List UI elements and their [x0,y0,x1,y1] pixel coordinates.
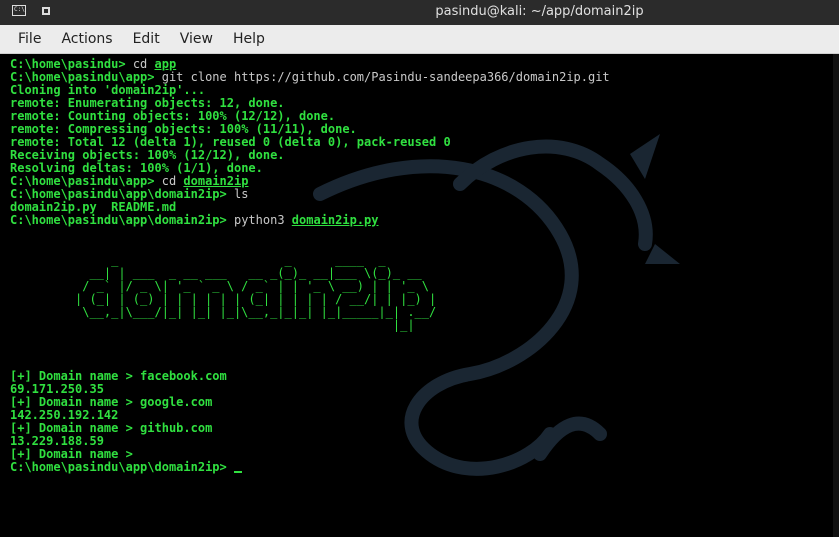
argument: app [154,57,177,71]
banner-line: |_| [75,318,415,332]
command: python3 [233,213,285,227]
prompt: C:\home\pasindu\app\domain2ip> [10,460,227,474]
command: git clone https://github.com/Pasindu-san… [161,70,610,84]
command: ls [233,187,249,201]
prompt: C:\home\pasindu\app\domain2ip> [10,213,227,227]
prompt: C:\home\pasindu> [10,57,126,71]
prompt: C:\home\pasindu\app\domain2ip> [10,187,227,201]
command: cd [132,57,148,71]
menu-bar: File Actions Edit View Help [0,25,839,54]
window-title: pasindu@kali: ~/app/domain2ip [435,4,644,19]
scrollbar[interactable] [833,54,839,537]
menu-view[interactable]: View [170,31,223,47]
menu-edit[interactable]: Edit [123,31,170,47]
text-cursor [233,471,242,473]
menu-file[interactable]: File [8,31,51,47]
command: cd [161,174,177,188]
terminal-area[interactable]: C:\home\pasindu> cd app C:\home\pasindu\a… [0,54,839,537]
title-bar: C:\ pasindu@kali: ~/app/domain2ip [0,0,839,25]
argument: domain2ip.py [291,213,379,227]
argument: domain2ip [183,174,249,188]
ascii-banner: _ _ ____ _ __| | ___ _ __ ___ __ _(_)_ _… [75,254,436,332]
menu-actions[interactable]: Actions [51,31,122,47]
prompt: C:\home\pasindu\app> [10,174,155,188]
menu-help[interactable]: Help [223,31,275,47]
prompt: C:\home\pasindu\app> [10,70,155,84]
